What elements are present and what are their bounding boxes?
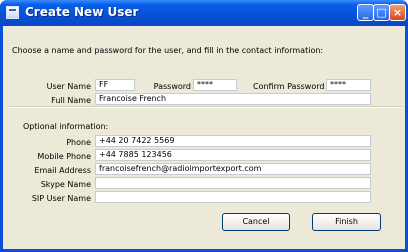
full-name-label: Full Name: [51, 96, 91, 105]
confirm-password-input[interactable]: ****: [326, 79, 371, 91]
confirm-password-label: Confirm Password: [253, 82, 325, 91]
skype-name-input[interactable]: [95, 177, 371, 189]
sip-user-name-label: SIP User Name: [31, 194, 91, 203]
phone-label: Phone: [66, 138, 91, 147]
dialog-content: Choose a name and password for the user,…: [3, 26, 405, 249]
section-divider: [9, 106, 403, 108]
instruction-text: Choose a name and password for the user,…: [12, 46, 324, 55]
finish-button[interactable]: Finish: [312, 213, 381, 231]
mobile-phone-input[interactable]: +44 7885 123456: [95, 149, 371, 161]
sip-user-name-input[interactable]: [95, 191, 371, 203]
mobile-phone-label: Mobile Phone: [37, 152, 91, 161]
cancel-button[interactable]: Cancel: [222, 213, 290, 231]
email-address-input[interactable]: francoisefrench@radioimportexport.com: [95, 163, 371, 175]
full-name-input[interactable]: Francoise French: [95, 93, 371, 105]
phone-input[interactable]: +44 20 7422 5569: [95, 135, 371, 147]
create-new-user-window: Create New User _ □ × Choose a name and …: [0, 0, 408, 252]
optional-information-heading: Optional information:: [23, 122, 109, 131]
password-label: Password: [153, 82, 191, 91]
skype-name-label: Skype Name: [40, 180, 91, 189]
user-name-input[interactable]: FF: [95, 79, 135, 91]
window-icon: [6, 6, 19, 19]
close-button[interactable]: ×: [389, 4, 406, 21]
email-address-label: Email Address: [34, 166, 91, 175]
title-bar[interactable]: Create New User _ □ ×: [0, 0, 408, 26]
minimize-button[interactable]: _: [357, 4, 374, 21]
user-name-label: User Name: [46, 82, 91, 91]
maximize-button[interactable]: □: [373, 4, 390, 21]
password-input[interactable]: ****: [193, 79, 237, 91]
window-title: Create New User: [25, 5, 139, 19]
